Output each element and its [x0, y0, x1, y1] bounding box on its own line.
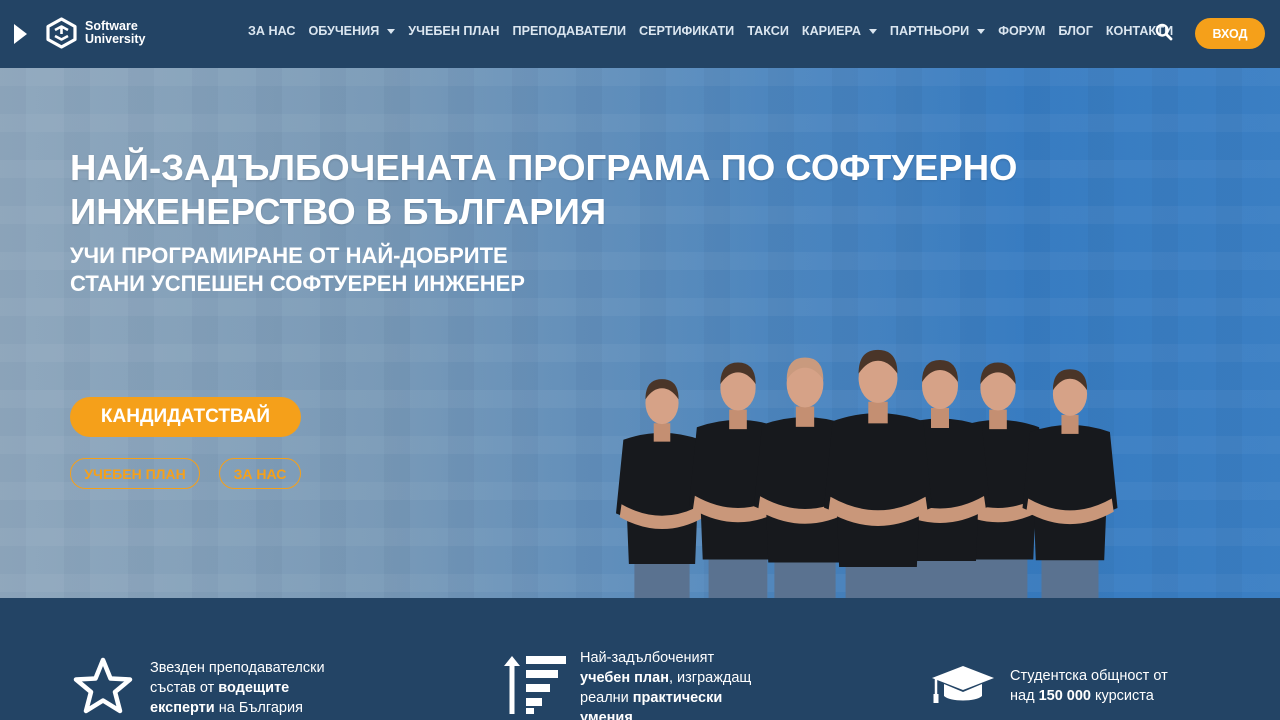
chevron-down-icon — [977, 28, 986, 34]
hero-title-line-1: НАЙ-ЗАДЪЛБОЧЕНАТА ПРОГРАМА ПО СОФТУЕРНО — [70, 147, 1018, 188]
nav-item-5[interactable]: ТАКСИ — [747, 24, 789, 38]
feature-text: Звезден преподавателски състав от водещит… — [150, 660, 325, 716]
feature-instructors: Звезден преподавателски състав от водещит… — [72, 656, 325, 718]
nav-item-label: ПРЕПОДАВАТЕЛИ — [512, 24, 627, 38]
team-photo — [616, 349, 1118, 598]
curriculum-icon — [504, 656, 566, 714]
about-button[interactable]: ЗА НАС — [219, 458, 301, 489]
nav-item-4[interactable]: СЕРТИФИКАТИ — [639, 24, 734, 38]
nav-item-label: ФОРУМ — [998, 24, 1046, 38]
star-icon — [73, 657, 133, 714]
hero-subtitle: УЧИ ПРОГРАМИРАНЕ ОТ НАЙ-ДОБРИТЕ СТАНИ УС… — [70, 242, 525, 298]
hero-subtitle-line-1: УЧИ ПРОГРАМИРАНЕ ОТ НАЙ-ДОБРИТЕ — [70, 243, 508, 268]
chevron-down-icon — [387, 28, 396, 34]
hero-title: НАЙ-ЗАДЪЛБОЧЕНАТА ПРОГРАМА ПО СОФТУЕРНО … — [70, 146, 1170, 234]
feature-text: Най-задълбоченият учебен план, изграждащ р… — [580, 650, 752, 720]
hero-title-line-2: ИНЖЕНЕРСТВО В БЪЛГАРИЯ — [70, 191, 607, 232]
nav-item-label: КАРИЕРА — [801, 24, 861, 38]
login-button[interactable]: ВХОД — [1195, 18, 1265, 49]
nav-item-6[interactable]: КАРИЕРА — [802, 24, 877, 38]
play-icon[interactable] — [14, 24, 27, 44]
feature-curriculum: Най-задълбоченият учебен план, изграждащ р… — [500, 650, 751, 720]
feature-text: Студентска общност от над 150 000 курсист… — [1010, 668, 1168, 704]
nav-item-2[interactable]: УЧЕБЕН ПЛАН — [408, 24, 499, 38]
nav-item-label: СЕРТИФИКАТИ — [639, 24, 735, 38]
feature-community: Студентска общност от над 150 000 курсист… — [930, 664, 1168, 706]
curriculum-button[interactable]: УЧЕБЕН ПЛАН — [70, 458, 200, 489]
nav-item-label: ОБУЧЕНИЯ — [308, 24, 380, 38]
logo-icon — [46, 17, 77, 49]
nav-item-8[interactable]: ФОРУМ — [998, 24, 1045, 38]
features-strip: Звезден преподавателски състав от водещит… — [0, 598, 1280, 720]
nav-item-label: УЧЕБЕН ПЛАН — [408, 24, 500, 38]
hero-banner: НАЙ-ЗАДЪЛБОЧЕНАТА ПРОГРАМА ПО СОФТУЕРНО … — [0, 68, 1280, 598]
search-icon[interactable] — [1155, 23, 1173, 41]
site-header: Software University ЗА НАС ОБУЧЕНИЯ УЧЕБЕН… — [0, 0, 1280, 68]
nav-item-1[interactable]: ОБУЧЕНИЯ — [308, 24, 396, 38]
nav-item-label: ПАРТНЬОРИ — [889, 24, 970, 38]
team-member — [1022, 369, 1118, 598]
apply-button[interactable]: КАНДИДАТСТВАЙ — [70, 397, 301, 437]
chevron-down-icon — [868, 28, 877, 34]
main-nav: ЗА НАС ОБУЧЕНИЯ УЧЕБЕН ПЛАН ПРЕПОДАВАТЕЛИ СЕ… — [248, 24, 1186, 38]
logo-text: Software University — [85, 20, 145, 46]
nav-item-label: ТАКСИ — [747, 24, 789, 38]
graduation-cap-icon — [932, 666, 994, 703]
nav-item-7[interactable]: ПАРТНЬОРИ — [889, 24, 986, 38]
nav-item-label: ЗА НАС — [248, 24, 296, 38]
nav-item-0[interactable]: ЗА НАС — [248, 24, 295, 38]
team-member — [824, 349, 932, 598]
nav-item-3[interactable]: ПРЕПОДАВАТЕЛИ — [513, 24, 627, 38]
hero-subtitle-line-2: СТАНИ УСПЕШЕН СОФТУЕРЕН ИНЖЕНЕР — [70, 271, 525, 296]
nav-item-label: БЛОГ — [1058, 24, 1093, 38]
logo-line-2: University — [85, 32, 146, 46]
nav-item-9[interactable]: БЛОГ — [1058, 24, 1093, 38]
softuni-logo[interactable]: Software University — [45, 17, 145, 49]
